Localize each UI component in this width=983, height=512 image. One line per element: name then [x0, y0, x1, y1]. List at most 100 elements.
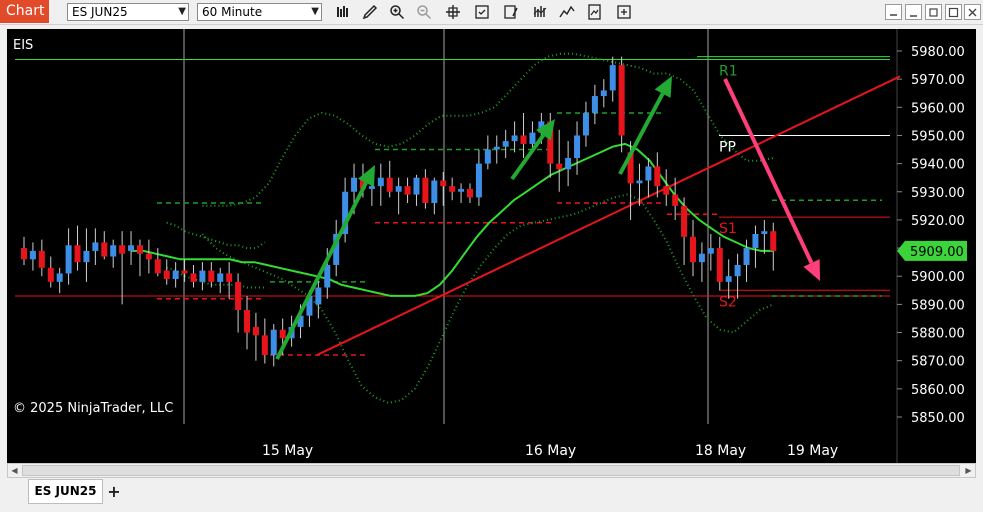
close-icon[interactable] [964, 4, 981, 20]
templates-icon[interactable] [585, 2, 605, 22]
candle-body [235, 281, 242, 311]
price-axis-label: 5890.00 [911, 298, 965, 313]
strategies-icon[interactable] [501, 2, 521, 22]
price-axis-label: 5860.00 [911, 383, 965, 398]
share-icon[interactable] [614, 2, 634, 22]
tab-es-jun25[interactable]: ES JUN25 [28, 479, 103, 504]
instrument-selector[interactable]: ES JUN25 ▼ [67, 3, 189, 21]
plot-icon[interactable] [557, 2, 577, 22]
candle-body [226, 273, 233, 282]
candle-body [672, 194, 679, 206]
candle-body [208, 270, 215, 282]
price-axis-label: 5870.00 [911, 355, 965, 370]
zoom-out-icon[interactable] [414, 2, 434, 22]
candle-body [743, 248, 750, 265]
scroll-left-icon[interactable]: ◀ [8, 464, 21, 477]
restore-icon[interactable] [925, 4, 942, 20]
candle-body [181, 270, 188, 274]
candle-body [681, 205, 688, 237]
add-tab-icon[interactable]: + [104, 482, 124, 502]
candle-body [244, 310, 250, 333]
candle-body [502, 141, 509, 147]
candle-body [83, 250, 90, 263]
candle-body [654, 166, 661, 187]
candle-body [770, 231, 777, 251]
price-axis-label: 5850.00 [911, 411, 965, 426]
candle-body [511, 135, 518, 142]
lower-band-line [166, 266, 265, 289]
candle-body [110, 245, 117, 257]
price-axis-label: 5970.00 [911, 73, 965, 88]
maximize-icon[interactable] [945, 4, 962, 20]
candle-body [520, 135, 527, 144]
candle-body [199, 270, 206, 282]
candle-body [565, 157, 572, 170]
candle-body [154, 259, 161, 274]
candle-body [422, 177, 429, 204]
candle-body [413, 177, 420, 195]
candle-body [74, 245, 81, 263]
candle-body [556, 163, 563, 170]
candle-body [618, 65, 625, 136]
candle-body [431, 180, 438, 204]
timeframe-selector[interactable]: 60 Minute ▼ [197, 3, 322, 21]
candle-body [351, 177, 358, 192]
candle-body [440, 180, 447, 187]
properties-icon[interactable] [472, 2, 492, 22]
candle-body [217, 273, 224, 282]
upper-band-line [166, 221, 266, 250]
price-chart[interactable]: 5980.00 5970.00 5960.00 5950.00 5940.00 5930.… [7, 29, 976, 463]
up-arrow-shaft [510, 134, 545, 181]
bar-type-icon[interactable] [333, 2, 353, 22]
candle-body [270, 329, 277, 356]
scroll-right-icon[interactable]: ▶ [962, 464, 975, 477]
candle-body [38, 250, 45, 268]
chart-tab-bar: ES JUN25 + [0, 478, 983, 512]
candle-body [582, 112, 589, 136]
candle-body [56, 273, 63, 282]
price-axis-label: 5900.00 [911, 270, 965, 285]
candle-body [29, 250, 36, 260]
candle-body [386, 177, 393, 192]
candle-body [493, 146, 500, 150]
candle-body [707, 248, 714, 254]
candle-body [65, 245, 72, 274]
minimize-icon[interactable] [885, 4, 902, 20]
candle-body [315, 287, 322, 305]
instrument-label: EIS [13, 38, 34, 53]
zoom-in-icon[interactable] [387, 2, 407, 22]
chart-panel[interactable]: 5980.00 5970.00 5960.00 5950.00 5940.00 5930.… [7, 29, 976, 463]
price-axis-label: 5880.00 [911, 327, 965, 342]
candle-body [761, 231, 768, 234]
candle-body [47, 267, 54, 282]
indicators-icon[interactable] [530, 2, 550, 22]
candle-body [190, 273, 197, 282]
candle-body [119, 245, 126, 254]
draw-tool-icon[interactable] [360, 2, 380, 22]
candle-body [21, 248, 27, 260]
trend-line [316, 75, 901, 356]
candle-body [279, 329, 286, 339]
price-axis-label: 5940.00 [911, 158, 965, 173]
moving-average-line [131, 142, 774, 297]
date-axis-label: 16 May [525, 443, 576, 459]
up-arrow-shaft [618, 92, 665, 175]
price-axis-label: 5920.00 [911, 214, 965, 229]
chart-scrollbar[interactable]: ◀ ▶ [7, 463, 976, 478]
crosshair-icon[interactable] [443, 2, 463, 22]
candle-body [458, 188, 465, 192]
chevron-down-icon: ▼ [178, 6, 186, 17]
chart-window: Chart ES JUN25 ▼ 60 Minute ▼ 5980.00 597… [0, 0, 983, 512]
candle-body [395, 186, 402, 192]
candle-body [324, 264, 331, 288]
candle-body [92, 242, 99, 251]
candle-body [725, 276, 732, 282]
minimize-window-icon[interactable] [905, 4, 922, 20]
candle-body [467, 188, 473, 198]
candle-body [574, 135, 581, 158]
candle-body [690, 236, 696, 263]
scroll-thumb[interactable] [22, 465, 960, 476]
chart-title: Chart [0, 0, 49, 23]
price-axis-label: 5950.00 [911, 129, 965, 144]
candle-body [136, 245, 143, 254]
